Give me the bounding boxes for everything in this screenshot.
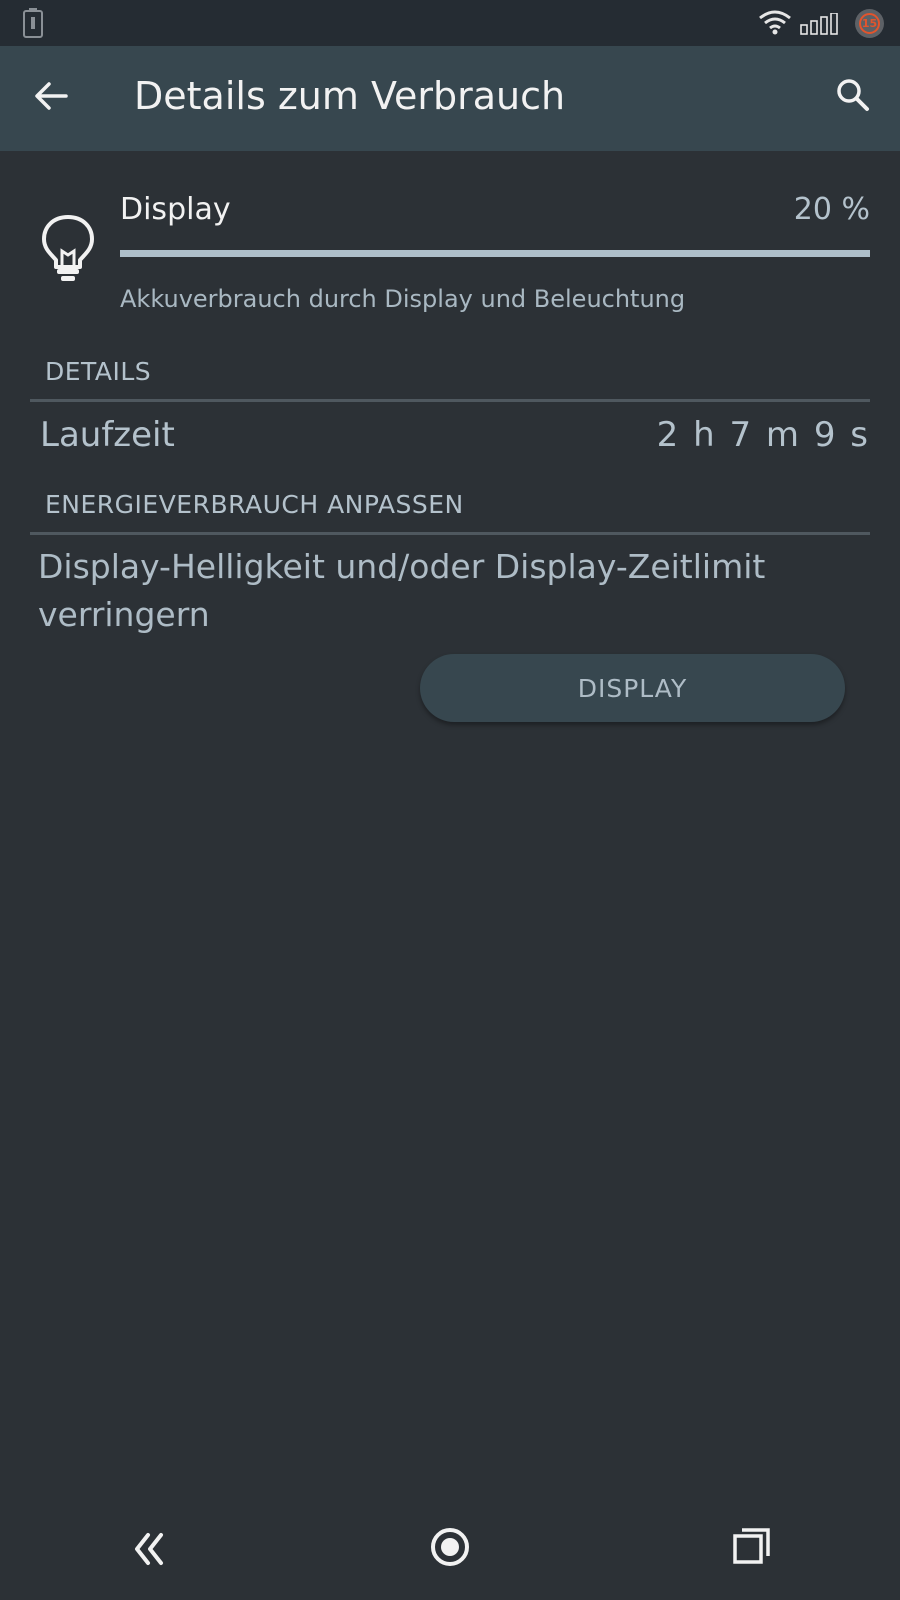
usage-progress-fill: [120, 250, 870, 257]
divider: [30, 399, 870, 402]
page-title: Details zum Verbrauch: [134, 74, 566, 118]
battery-icon: [22, 8, 44, 42]
display-settings-button[interactable]: DISPLAY: [420, 654, 845, 722]
notification-count: 15: [859, 13, 880, 34]
energy-header: ENERGIEVERBRAUCH ANPASSEN: [45, 490, 464, 519]
notification-badge: 15: [855, 9, 884, 38]
nav-home-icon[interactable]: [430, 1527, 470, 1571]
arrow-left-icon[interactable]: [34, 81, 68, 115]
nav-recent-icon[interactable]: [733, 1527, 771, 1569]
app-bar: Details zum Verbrauch: [0, 46, 900, 151]
details-header: DETAILS: [45, 357, 152, 386]
search-icon[interactable]: [836, 78, 870, 116]
wifi-icon: [758, 9, 792, 39]
usage-progress-bar: [120, 250, 870, 257]
signal-icon: [800, 12, 840, 39]
nav-back-icon[interactable]: [134, 1529, 164, 1573]
divider: [30, 532, 870, 535]
status-bar: 15: [0, 0, 900, 46]
runtime-value: 2 h 7 m 9 s: [656, 415, 870, 455]
energy-advice: Display-Helligkeit und/oder Display-Zeit…: [38, 547, 766, 634]
navigation-bar: [0, 1505, 900, 1600]
usage-name: Display: [120, 192, 231, 227]
usage-description: Akkuverbrauch durch Display und Beleucht…: [120, 285, 686, 313]
usage-percent: 20 %: [793, 192, 870, 227]
lightbulb-icon: [40, 213, 96, 287]
runtime-label: Laufzeit: [40, 415, 175, 455]
